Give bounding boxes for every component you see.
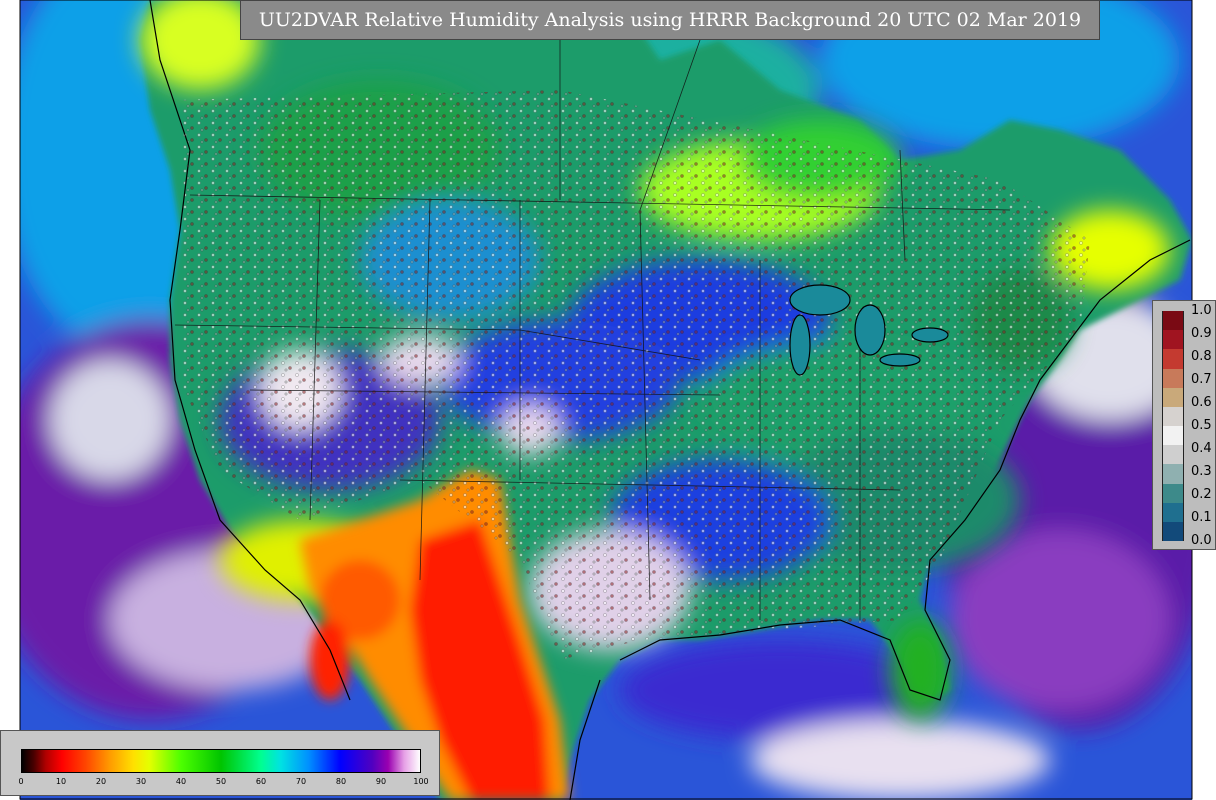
rh-legend-swatch: [1162, 387, 1184, 408]
rh-legend-swatch: [1162, 311, 1184, 331]
rh-fraction-legend: 1.0 0.9 0.8 0.7 0.6 0.5 0.4 0.3 0.2 0.1 0.0: [1152, 300, 1216, 550]
rh-legend-label: 1.0: [1191, 303, 1212, 318]
rh-legend-label: 0.6: [1191, 395, 1212, 410]
percent-colorbar-tick: 10: [55, 777, 67, 786]
rh-legend-label: 0.7: [1191, 372, 1212, 387]
percent-colorbar-tick: 0: [18, 777, 24, 786]
percent-colorbar-tick: 60: [255, 777, 267, 786]
rh-legend-swatch: [1162, 368, 1184, 389]
percent-colorbar-tick: 80: [335, 777, 347, 786]
rh-legend-label: 0.8: [1191, 349, 1212, 364]
map-title: UU2DVAR Relative Humidity Analysis using…: [240, 0, 1100, 40]
rh-legend-swatch: [1162, 349, 1184, 369]
rh-legend-label: 0.2: [1191, 487, 1212, 502]
rh-legend-label: 0.9: [1191, 326, 1212, 341]
percent-colorbar-tick: 90: [375, 777, 387, 786]
rh-legend-swatch: [1162, 464, 1184, 484]
percent-colorbar-tick: 100: [413, 777, 429, 786]
rh-legend-label: 0.5: [1191, 418, 1212, 433]
rh-legend-label: 0.3: [1191, 464, 1212, 479]
percent-colorbar: 0 10 20 30 40 50 60 70 80 90 100: [0, 730, 440, 796]
rh-legend-swatch: [1162, 521, 1184, 542]
rh-legend-swatch: [1162, 330, 1184, 350]
percent-colorbar-tick: 20: [95, 777, 107, 786]
rh-legend-swatch: [1162, 445, 1184, 465]
percent-colorbar-tick: 50: [215, 777, 227, 786]
rh-legend-swatch: [1162, 426, 1184, 446]
percent-colorbar-gradient: [21, 749, 421, 773]
rh-legend-label: 0.0: [1191, 533, 1212, 548]
rh-legend-swatch: [1162, 483, 1184, 504]
rh-legend-label: 0.1: [1191, 510, 1212, 525]
humidity-map: [0, 0, 1216, 800]
rh-legend-swatch: [1162, 406, 1184, 427]
percent-colorbar-tick: 30: [135, 777, 147, 786]
rh-legend-label: 0.4: [1191, 441, 1212, 456]
percent-colorbar-tick: 70: [295, 777, 307, 786]
percent-colorbar-tick: 40: [175, 777, 187, 786]
rh-legend-swatch: [1162, 502, 1184, 523]
